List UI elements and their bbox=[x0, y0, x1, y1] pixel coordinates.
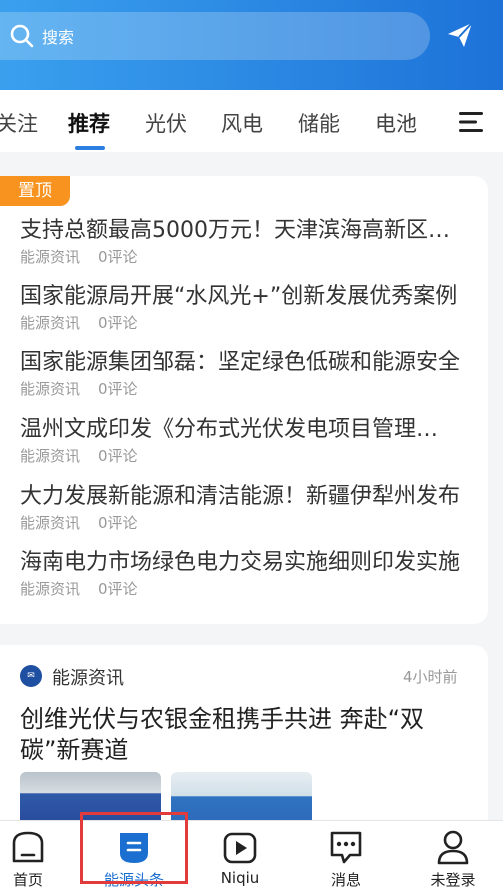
item-source: 能源资讯 bbox=[20, 314, 81, 332]
video-icon bbox=[223, 832, 257, 864]
item-comments: 0评论 bbox=[98, 580, 138, 598]
article-title[interactable]: 创维光伏与农银金租携手共进 奔赴“双碳”新赛道 bbox=[20, 704, 460, 766]
item-comments: 0评论 bbox=[98, 380, 138, 398]
pinned-item-title: 国家能源局开展“水风光+”创新发展优秀案例 bbox=[20, 284, 458, 309]
pinned-item[interactable]: 大力发展新能源和清洁能源！新疆伊犁州发布 能源资讯 0评论 bbox=[20, 482, 460, 533]
nav-label: 消息 bbox=[330, 871, 361, 889]
article-source: 能源资讯 bbox=[52, 668, 124, 689]
user-icon bbox=[437, 830, 469, 865]
pinned-item-title: 支持总额最高5000万元！天津滨海高新区发布 bbox=[20, 218, 460, 243]
item-source: 能源资讯 bbox=[20, 380, 81, 398]
item-comments: 0评论 bbox=[98, 447, 138, 465]
search-bar[interactable]: 搜索 bbox=[0, 12, 430, 60]
nav-label: 未登录 bbox=[430, 871, 476, 889]
search-placeholder: 搜索 bbox=[42, 28, 75, 47]
home-icon bbox=[12, 831, 44, 863]
tab-recommend[interactable]: 推荐 bbox=[68, 108, 110, 138]
pinned-item[interactable]: 国家能源局开展“水风光+”创新发展优秀案例 能源资讯 0评论 bbox=[20, 282, 460, 333]
pinned-item[interactable]: 温州文成印发《分布式光伏发电项目管理办法》 能源资讯 0评论 bbox=[20, 415, 460, 466]
nav-label: 首页 bbox=[12, 871, 43, 889]
nav-home[interactable]: 首页 bbox=[0, 821, 78, 890]
pinned-item-title: 大力发展新能源和清洁能源！新疆伊犁州发布 bbox=[20, 484, 460, 509]
item-source: 能源资讯 bbox=[20, 514, 81, 532]
menu-icon bbox=[459, 112, 483, 132]
search-icon bbox=[8, 22, 36, 50]
highlight-box bbox=[80, 812, 188, 884]
tab-storage[interactable]: 储能 bbox=[298, 108, 340, 138]
tab-pv[interactable]: 光伏 bbox=[145, 108, 187, 138]
item-source: 能源资讯 bbox=[20, 447, 81, 465]
nav-niqiu[interactable]: Niqiu bbox=[190, 821, 290, 890]
item-source: 能源资讯 bbox=[20, 580, 81, 598]
bottom-nav: 首页 能源头条 Niqiu 消息 未登录 bbox=[0, 820, 503, 890]
tab-follow[interactable]: 关注 bbox=[0, 108, 38, 138]
source-logo-icon: ✉ bbox=[20, 665, 42, 687]
article-time: 4小时前 bbox=[403, 668, 458, 686]
tab-battery[interactable]: 电池 bbox=[375, 108, 417, 138]
nav-messages[interactable]: 消息 bbox=[296, 821, 396, 890]
send-icon[interactable] bbox=[444, 19, 476, 51]
nav-profile[interactable]: 未登录 bbox=[403, 821, 503, 890]
message-icon bbox=[330, 831, 362, 864]
tab-menu-button[interactable] bbox=[444, 104, 498, 140]
pinned-item[interactable]: 国家能源集团邹磊：坚定绿色低碳和能源安全 能源资讯 0评论 bbox=[20, 348, 460, 399]
pinned-item-title: 温州文成印发《分布式光伏发电项目管理办法》 bbox=[20, 417, 460, 442]
pinned-item-title: 海南电力市场绿色电力交易实施细则印发实施 bbox=[20, 550, 460, 575]
item-comments: 0评论 bbox=[98, 314, 138, 332]
item-comments: 0评论 bbox=[98, 514, 138, 532]
pinned-item[interactable]: 支持总额最高5000万元！天津滨海高新区发布 能源资讯 0评论 bbox=[20, 216, 460, 267]
nav-label: Niqiu bbox=[220, 869, 260, 887]
top-header: 搜索 bbox=[0, 0, 503, 90]
active-tab-indicator bbox=[75, 146, 105, 150]
pinned-item[interactable]: 海南电力市场绿色电力交易实施细则印发实施 能源资讯 0评论 bbox=[20, 548, 460, 599]
tab-fade bbox=[430, 90, 444, 152]
item-comments: 0评论 bbox=[98, 248, 138, 266]
category-tabs: 关注 推荐 光伏 风电 储能 电池 bbox=[0, 90, 503, 152]
pinned-badge: 置顶 bbox=[0, 176, 70, 206]
item-source: 能源资讯 bbox=[20, 248, 81, 266]
tab-wind[interactable]: 风电 bbox=[221, 108, 263, 138]
pinned-item-title: 国家能源集团邹磊：坚定绿色低碳和能源安全 bbox=[20, 350, 460, 375]
